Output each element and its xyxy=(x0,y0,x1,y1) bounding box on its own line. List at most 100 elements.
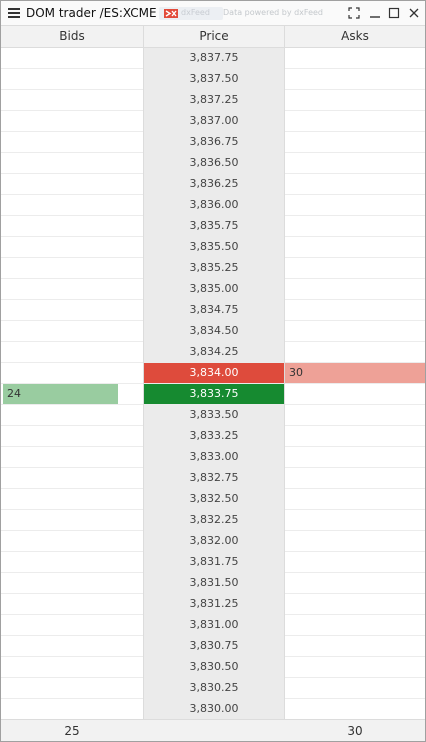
ask-cell[interactable] xyxy=(285,90,425,111)
ask-cell[interactable] xyxy=(285,531,425,552)
price-cell[interactable]: 3,836.25 xyxy=(144,174,284,195)
minimize-icon[interactable] xyxy=(368,6,382,20)
bid-cell[interactable] xyxy=(1,279,143,300)
price-cell[interactable]: 3,831.25 xyxy=(144,594,284,615)
bid-cell[interactable] xyxy=(1,90,143,111)
bid-cell[interactable] xyxy=(1,195,143,216)
ask-cell[interactable] xyxy=(285,195,425,216)
bid-cell[interactable] xyxy=(1,510,143,531)
bid-cell[interactable] xyxy=(1,678,143,699)
price-cell[interactable]: 3,835.75 xyxy=(144,216,284,237)
bid-cell[interactable] xyxy=(1,615,143,636)
bid-cell[interactable] xyxy=(1,111,143,132)
bid-cell[interactable] xyxy=(1,426,143,447)
expand-icon[interactable] xyxy=(347,6,361,20)
bid-cell[interactable] xyxy=(1,531,143,552)
ask-cell[interactable]: 30 xyxy=(285,363,425,384)
bid-cell[interactable] xyxy=(1,594,143,615)
price-cell[interactable]: 3,835.25 xyxy=(144,258,284,279)
bid-cell[interactable] xyxy=(1,132,143,153)
ask-cell[interactable] xyxy=(285,384,425,405)
bid-cell[interactable] xyxy=(1,300,143,321)
price-cell[interactable]: 3,837.75 xyxy=(144,48,284,69)
ask-cell[interactable] xyxy=(285,552,425,573)
ask-cell[interactable] xyxy=(285,300,425,321)
price-cell[interactable]: 3,830.75 xyxy=(144,636,284,657)
ask-cell[interactable] xyxy=(285,699,425,720)
best-ask-price-cell[interactable]: 3,834.00 xyxy=(144,363,284,384)
ask-cell[interactable] xyxy=(285,279,425,300)
asks-column-header[interactable]: Asks xyxy=(285,26,425,48)
price-cell[interactable]: 3,830.50 xyxy=(144,657,284,678)
close-icon[interactable] xyxy=(407,6,421,20)
bid-cell[interactable] xyxy=(1,489,143,510)
bid-cell[interactable] xyxy=(1,174,143,195)
ask-cell[interactable] xyxy=(285,615,425,636)
price-cell[interactable]: 3,833.25 xyxy=(144,426,284,447)
price-cell[interactable]: 3,834.25 xyxy=(144,342,284,363)
price-cell[interactable]: 3,835.50 xyxy=(144,237,284,258)
price-cell[interactable]: 3,834.50 xyxy=(144,321,284,342)
ask-cell[interactable] xyxy=(285,468,425,489)
ask-cell[interactable] xyxy=(285,153,425,174)
ask-cell[interactable] xyxy=(285,69,425,90)
price-cell[interactable]: 3,832.50 xyxy=(144,489,284,510)
ask-cell[interactable] xyxy=(285,489,425,510)
bid-cell[interactable] xyxy=(1,636,143,657)
ask-cell[interactable] xyxy=(285,174,425,195)
ask-cell[interactable] xyxy=(285,405,425,426)
bid-cell[interactable] xyxy=(1,363,143,384)
price-cell[interactable]: 3,833.50 xyxy=(144,405,284,426)
price-cell[interactable]: 3,830.25 xyxy=(144,678,284,699)
ask-cell[interactable] xyxy=(285,636,425,657)
bid-cell[interactable] xyxy=(1,321,143,342)
ask-cell[interactable] xyxy=(285,657,425,678)
bid-cell[interactable] xyxy=(1,405,143,426)
price-cell[interactable]: 3,832.25 xyxy=(144,510,284,531)
bids-column-header[interactable]: Bids xyxy=(1,26,143,48)
bid-cell[interactable] xyxy=(1,573,143,594)
price-cell[interactable]: 3,831.50 xyxy=(144,573,284,594)
ask-cell[interactable] xyxy=(285,132,425,153)
bid-cell[interactable] xyxy=(1,216,143,237)
ask-cell[interactable] xyxy=(285,510,425,531)
bid-cell[interactable] xyxy=(1,342,143,363)
bid-cell[interactable] xyxy=(1,258,143,279)
bid-cell[interactable] xyxy=(1,468,143,489)
ask-cell[interactable] xyxy=(285,678,425,699)
maximize-icon[interactable] xyxy=(387,6,401,20)
bid-cell[interactable] xyxy=(1,237,143,258)
price-cell[interactable]: 3,831.75 xyxy=(144,552,284,573)
ask-cell[interactable] xyxy=(285,216,425,237)
price-cell[interactable]: 3,837.50 xyxy=(144,69,284,90)
bid-cell[interactable] xyxy=(1,153,143,174)
bid-cell[interactable] xyxy=(1,69,143,90)
ask-cell[interactable] xyxy=(285,573,425,594)
bid-cell[interactable] xyxy=(1,447,143,468)
price-cell[interactable]: 3,836.00 xyxy=(144,195,284,216)
price-cell[interactable]: 3,831.00 xyxy=(144,615,284,636)
price-cell[interactable]: 3,833.00 xyxy=(144,447,284,468)
price-cell[interactable]: 3,836.50 xyxy=(144,153,284,174)
price-cell[interactable]: 3,836.75 xyxy=(144,132,284,153)
bid-cell[interactable] xyxy=(1,657,143,678)
bid-cell[interactable] xyxy=(1,699,143,720)
bid-cell[interactable]: 24 xyxy=(1,384,143,405)
ask-cell[interactable] xyxy=(285,594,425,615)
price-cell[interactable]: 3,832.00 xyxy=(144,531,284,552)
bid-cell[interactable] xyxy=(1,552,143,573)
ask-cell[interactable] xyxy=(285,447,425,468)
price-cell[interactable]: 3,837.25 xyxy=(144,90,284,111)
price-cell[interactable]: 3,830.00 xyxy=(144,699,284,720)
price-cell[interactable]: 3,832.75 xyxy=(144,468,284,489)
ask-cell[interactable] xyxy=(285,342,425,363)
price-cell[interactable]: 3,837.00 xyxy=(144,111,284,132)
menu-icon[interactable] xyxy=(8,6,20,19)
price-cell[interactable]: 3,835.00 xyxy=(144,279,284,300)
price-cell[interactable]: 3,834.75 xyxy=(144,300,284,321)
ask-cell[interactable] xyxy=(285,237,425,258)
bid-cell[interactable] xyxy=(1,48,143,69)
price-column-header[interactable]: Price xyxy=(144,26,284,48)
ask-cell[interactable] xyxy=(285,258,425,279)
ask-cell[interactable] xyxy=(285,426,425,447)
